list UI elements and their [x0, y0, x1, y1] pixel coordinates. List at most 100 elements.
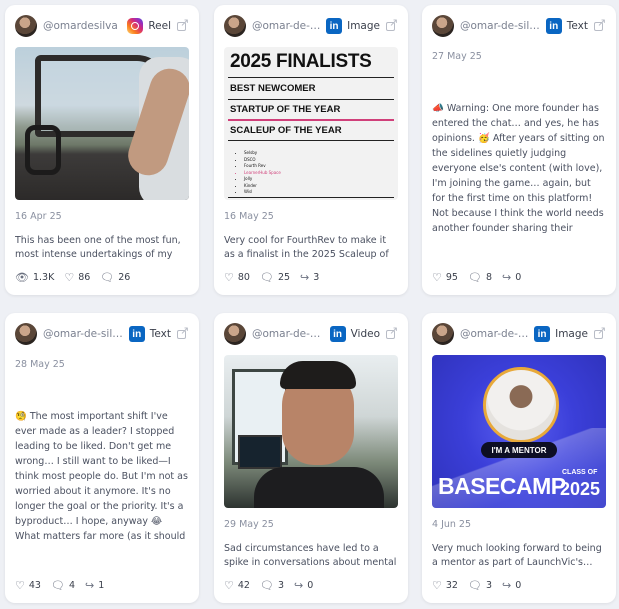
finalist-list: Selsby DSCO Fourth Rev LearnerHub Space … [238, 150, 281, 196]
author-handle: @omar-de-sil… [43, 328, 123, 340]
post-media-image[interactable]: 2025 FINALISTS BEST NEWCOMER STARTUP OF … [224, 47, 398, 200]
heart-icon: ♡ [15, 579, 25, 592]
media-detail [25, 125, 61, 175]
post-type-label: Text [149, 328, 171, 340]
post-type-label: Image [555, 328, 588, 340]
linkedin-icon: in [128, 326, 145, 342]
post-stats: ♡ 95 🗨 8 ↪ 0 [432, 271, 531, 284]
external-link-icon[interactable] [386, 16, 398, 32]
post-media-video[interactable] [15, 47, 189, 200]
linkedin-icon: in [326, 18, 343, 34]
comments-count: 8 [485, 272, 492, 283]
share-icon: ↪ [84, 579, 95, 592]
post-stats: ♡ 32 🗨 3 ↪ 0 [432, 579, 531, 592]
avatar [15, 323, 37, 345]
shares-stat: ↪ 0 [502, 271, 521, 284]
post-media-video[interactable] [224, 355, 398, 508]
post-date: 4 Jun 25 [432, 519, 472, 530]
views-stat: 👁 1.3K [15, 271, 54, 284]
author-handle: @omardesilva [43, 20, 118, 32]
avatar [432, 15, 454, 37]
platform-badge: in Image [534, 326, 588, 342]
post-stats: 👁 1.3K ♡ 86 🗨 26 [15, 271, 140, 284]
post-type-label: Video [350, 328, 380, 340]
post-type-label: Text [566, 20, 588, 32]
comment-icon: 🗨 [100, 271, 115, 284]
post-card[interactable]: @omar-de-… in Image I'M A MENTOR BASECAM… [422, 313, 616, 603]
likes-stat: ♡ 32 [432, 579, 458, 592]
likes-stat: ♡ 95 [432, 271, 458, 284]
finalist-item: Wisl [244, 189, 281, 196]
card-header: @omar-de-sil… in Text [15, 323, 189, 345]
shares-stat: ↪ 0 [294, 579, 313, 592]
class-year: 2025 [560, 479, 601, 499]
media-category: BEST NEWCOMER [230, 83, 316, 94]
divider [228, 99, 394, 100]
divider [228, 77, 394, 78]
external-link-icon[interactable] [177, 324, 189, 340]
comment-icon: 🗨 [259, 579, 274, 592]
post-stats: ♡ 42 🗨 3 ↪ 0 [224, 579, 323, 592]
author-handle: @omar-de-… [252, 328, 321, 340]
media-detail [280, 361, 356, 389]
comment-icon: 🗨 [467, 271, 482, 284]
card-header: @omar-de-… in Image [224, 15, 398, 37]
media-detail [238, 435, 282, 469]
heart-icon: ♡ [224, 271, 234, 284]
share-icon: ↪ [293, 579, 304, 592]
comments-stat: 🗨 26 [100, 271, 130, 284]
card-header: @omardesilva Reel [15, 15, 189, 37]
divider [228, 197, 394, 198]
comment-icon: 🗨 [50, 579, 65, 592]
instagram-icon [127, 18, 144, 34]
post-date: 16 Apr 25 [15, 211, 62, 222]
shares-count: 0 [307, 580, 314, 591]
share-icon: ↪ [501, 579, 512, 592]
comments-count: 4 [68, 580, 75, 591]
comments-stat: 🗨 4 [51, 579, 75, 592]
external-link-icon[interactable] [594, 16, 606, 32]
author-handle: @omar-de-… [460, 328, 529, 340]
external-link-icon[interactable] [177, 16, 189, 32]
highlight-line [228, 119, 394, 121]
post-media-image[interactable]: I'M A MENTOR BASECAMP CLASS OF 2025 [432, 355, 606, 508]
post-card[interactable]: @omar-de-… in Video 29 May 25 Sad circum… [214, 313, 408, 603]
post-card[interactable]: @omardesilva Reel 16 Apr 25 This has bee… [5, 5, 199, 295]
comments-count: 3 [485, 580, 492, 591]
external-link-icon[interactable] [594, 324, 606, 340]
likes-stat: ♡ 42 [224, 579, 250, 592]
author-handle: @omar-de-… [252, 20, 321, 32]
comment-icon: 🗨 [259, 271, 274, 284]
shares-stat: ↪ 1 [85, 579, 104, 592]
eye-icon: 👁 [15, 271, 29, 284]
avatar [15, 15, 37, 37]
post-card[interactable]: @omar-de-sil… in Text 27 May 25 📣 Warnin… [422, 5, 616, 295]
mentor-portrait [483, 367, 559, 443]
external-link-icon[interactable] [386, 324, 398, 340]
media-detail [254, 467, 384, 508]
platform-badge: in Text [545, 18, 588, 34]
heart-icon: ♡ [432, 271, 442, 284]
avatar [224, 323, 246, 345]
post-card[interactable]: @omar-de-… in Image 2025 FINALISTS BEST … [214, 5, 408, 295]
media-headline: BASECAMP [438, 473, 566, 499]
divider [228, 140, 394, 141]
post-date: 29 May 25 [224, 519, 274, 530]
post-date: 28 May 25 [15, 359, 65, 370]
card-header: @omar-de-… in Image [432, 323, 606, 345]
author-handle: @omar-de-sil… [460, 20, 540, 32]
likes-count: 43 [28, 580, 41, 591]
post-card[interactable]: @omar-de-sil… in Text 28 May 25 🧐 The mo… [5, 313, 199, 603]
post-type-label: Image [347, 20, 380, 32]
media-category: SCALEUP OF THE YEAR [230, 125, 342, 136]
likes-count: 86 [78, 272, 91, 283]
media-title: 2025 FINALISTS [230, 51, 372, 72]
avatar [432, 323, 454, 345]
post-grid: @omardesilva Reel 16 Apr 25 This has bee… [0, 0, 619, 609]
heart-icon: ♡ [432, 579, 442, 592]
avatar [224, 15, 246, 37]
likes-stat: ♡ 86 [64, 271, 90, 284]
post-date: 27 May 25 [432, 51, 482, 62]
card-header: @omar-de-sil… in Text [432, 15, 606, 37]
likes-count: 32 [445, 580, 458, 591]
